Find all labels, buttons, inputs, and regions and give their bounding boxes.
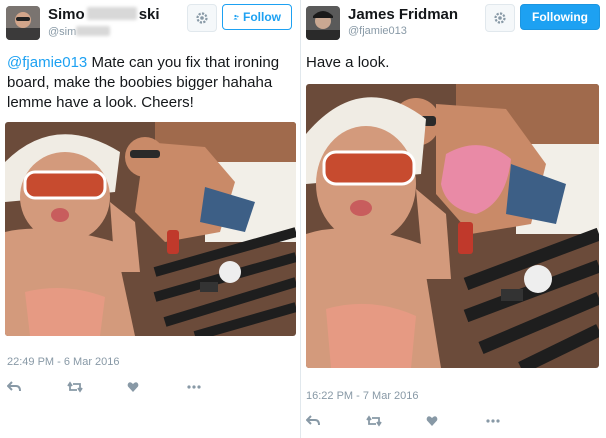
tweet-timestamp[interactable]: 22:49 PM - 6 Mar 2016	[7, 356, 120, 368]
reply-icon	[7, 381, 21, 392]
tweet-text: @fjamie013 Mate can you fix that ironing…	[7, 53, 297, 113]
reply-button[interactable]	[306, 412, 366, 430]
add-user-icon	[233, 14, 239, 20]
redacted-handle	[76, 26, 111, 36]
retweet-button[interactable]	[366, 412, 426, 430]
like-icon	[426, 416, 438, 426]
like-button[interactable]	[127, 378, 187, 396]
display-name[interactable]: James Fridman	[348, 6, 458, 23]
tweet-photo[interactable]	[5, 122, 296, 336]
settings-button[interactable]	[485, 4, 515, 32]
settings-button[interactable]	[187, 4, 217, 32]
redacted-name	[86, 7, 137, 20]
mention-link[interactable]: @fjamie013	[7, 54, 87, 71]
tweet-actions	[7, 378, 247, 396]
avatar[interactable]	[6, 6, 40, 40]
more-button[interactable]	[486, 412, 546, 430]
more-button[interactable]	[187, 378, 247, 396]
following-label: Following	[532, 10, 588, 24]
follow-label: Follow	[243, 10, 281, 24]
reply-icon	[306, 415, 320, 426]
handle[interactable]: @sim	[48, 25, 111, 38]
left-tweet: Simo ski @sim Follow @fjamie013 Mate can …	[0, 0, 300, 438]
tweet-photo[interactable]	[306, 84, 599, 368]
gear-icon	[196, 12, 208, 24]
avatar[interactable]	[306, 6, 340, 40]
tweet-actions	[306, 412, 546, 430]
following-button[interactable]: Following	[520, 4, 600, 30]
retweet-button[interactable]	[67, 378, 127, 396]
display-name[interactable]: Simo ski	[48, 6, 160, 23]
follow-button[interactable]: Follow	[222, 4, 292, 30]
more-icon	[486, 419, 500, 423]
more-icon	[187, 385, 201, 389]
right-tweet: James Fridman @fjamie013 Following Have …	[301, 0, 606, 438]
gear-icon	[494, 12, 506, 24]
like-button[interactable]	[426, 412, 486, 430]
retweet-icon	[366, 415, 382, 427]
retweet-icon	[67, 381, 83, 393]
reply-button[interactable]	[7, 378, 67, 396]
handle[interactable]: @fjamie013	[348, 25, 407, 37]
tweet-text: Have a look.	[306, 54, 390, 71]
like-icon	[127, 382, 139, 392]
tweet-timestamp[interactable]: 16:22 PM - 7 Mar 2016	[306, 390, 419, 402]
